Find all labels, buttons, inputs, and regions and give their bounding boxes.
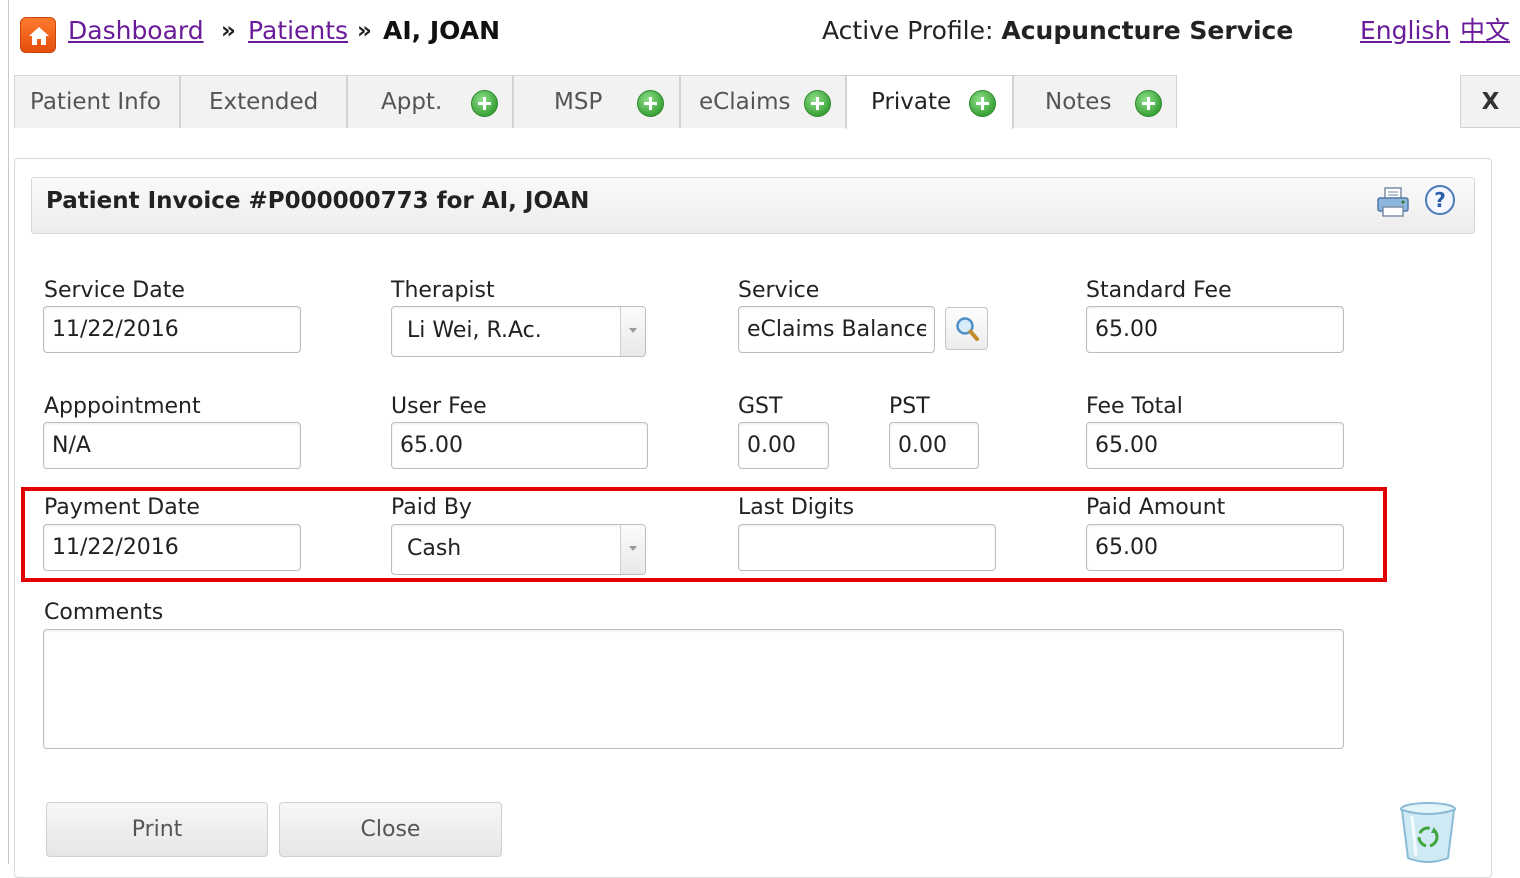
appointment-input[interactable] <box>43 422 301 469</box>
add-eclaim-icon[interactable] <box>804 90 831 117</box>
add-msp-icon[interactable] <box>637 90 664 117</box>
therapist-selected-value: Li Wei, R.Ac. <box>407 318 542 343</box>
invoice-header: Patient Invoice #P000000773 for AI, JOAN… <box>31 177 1475 234</box>
paid-by-selected-value: Cash <box>407 536 462 561</box>
standard-fee-label: Standard Fee <box>1086 278 1232 303</box>
user-fee-input[interactable] <box>391 422 648 469</box>
last-digits-input[interactable] <box>738 524 996 571</box>
breadcrumb-current: AI, JOAN <box>383 16 501 45</box>
tab-eclaims[interactable]: eClaims <box>680 75 846 128</box>
tab-private[interactable]: Private <box>846 75 1013 129</box>
payment-date-label: Payment Date <box>44 495 200 520</box>
comments-label: Comments <box>44 600 164 625</box>
active-profile: Active Profile: Acupuncture Service <box>822 14 1293 48</box>
language-chinese-link[interactable]: 中文 <box>1460 14 1510 48</box>
tab-notes[interactable]: Notes <box>1013 75 1177 128</box>
add-note-icon[interactable] <box>1135 90 1162 117</box>
close-button[interactable]: Close <box>279 802 502 857</box>
breadcrumb-patients-link[interactable]: Patients <box>248 14 348 48</box>
comments-textarea[interactable] <box>43 629 1344 749</box>
service-search-button[interactable] <box>945 307 988 350</box>
appointment-label: Apppointment <box>44 394 201 419</box>
tab-label: MSP <box>554 89 603 115</box>
breadcrumb-separator: » <box>357 18 372 44</box>
tab-label: Extended <box>209 89 319 115</box>
paid-by-label: Paid By <box>391 495 472 520</box>
paid-by-select[interactable]: Cash <box>391 524 646 575</box>
search-icon <box>956 317 979 341</box>
service-input[interactable] <box>738 306 935 353</box>
service-date-input[interactable] <box>43 306 301 353</box>
tab-label: Private <box>871 89 952 115</box>
active-profile-name: Acupuncture Service <box>1001 16 1294 45</box>
top-bar: Dashboard » Patients » AI, JOAN Active P… <box>0 0 1520 64</box>
user-fee-label: User Fee <box>391 394 487 419</box>
therapist-select[interactable]: Li Wei, R.Ac. <box>391 306 646 357</box>
print-icon[interactable] <box>1376 186 1410 222</box>
add-appointment-icon[interactable] <box>471 90 498 117</box>
therapist-label: Therapist <box>391 278 495 303</box>
chevron-down-icon[interactable] <box>620 525 645 574</box>
tab-label: eClaims <box>699 89 791 115</box>
tab-label: Notes <box>1045 89 1112 115</box>
tab-label: Patient Info <box>30 89 161 115</box>
service-label: Service <box>738 278 820 303</box>
invoice-title: Patient Invoice #P000000773 for AI, JOAN <box>46 188 590 214</box>
print-button[interactable]: Print <box>46 802 268 857</box>
pst-input[interactable] <box>889 422 979 469</box>
tab-msp[interactable]: MSP <box>513 75 680 128</box>
breadcrumb-separator: » <box>221 18 236 44</box>
home-icon[interactable] <box>20 17 56 53</box>
service-date-label: Service Date <box>44 278 185 303</box>
help-icon[interactable]: ? <box>1425 185 1455 215</box>
recycle-bin-icon[interactable] <box>1398 800 1458 868</box>
language-english-link[interactable]: English <box>1360 14 1450 48</box>
standard-fee-input[interactable] <box>1086 306 1344 353</box>
left-border <box>8 0 9 864</box>
active-profile-label: Active Profile: <box>822 16 994 45</box>
paid-amount-input[interactable] <box>1086 524 1344 571</box>
gst-input[interactable] <box>738 422 829 469</box>
last-digits-label: Last Digits <box>738 495 855 520</box>
fee-total-input[interactable] <box>1086 422 1344 469</box>
paid-amount-label: Paid Amount <box>1086 495 1226 520</box>
gst-label: GST <box>738 394 783 419</box>
tab-patient-info[interactable]: Patient Info <box>14 75 180 128</box>
pst-label: PST <box>889 394 930 419</box>
chevron-down-icon[interactable] <box>620 307 645 356</box>
payment-date-input[interactable] <box>43 524 301 571</box>
tab-label: Appt. <box>381 89 443 115</box>
breadcrumb-dashboard-link[interactable]: Dashboard <box>68 14 204 48</box>
tab-extended[interactable]: Extended <box>180 75 347 128</box>
tab-appointments[interactable]: Appt. <box>347 75 513 128</box>
close-tab-button[interactable]: X <box>1460 75 1520 128</box>
add-private-invoice-icon[interactable] <box>969 90 996 117</box>
fee-total-label: Fee Total <box>1086 394 1183 419</box>
